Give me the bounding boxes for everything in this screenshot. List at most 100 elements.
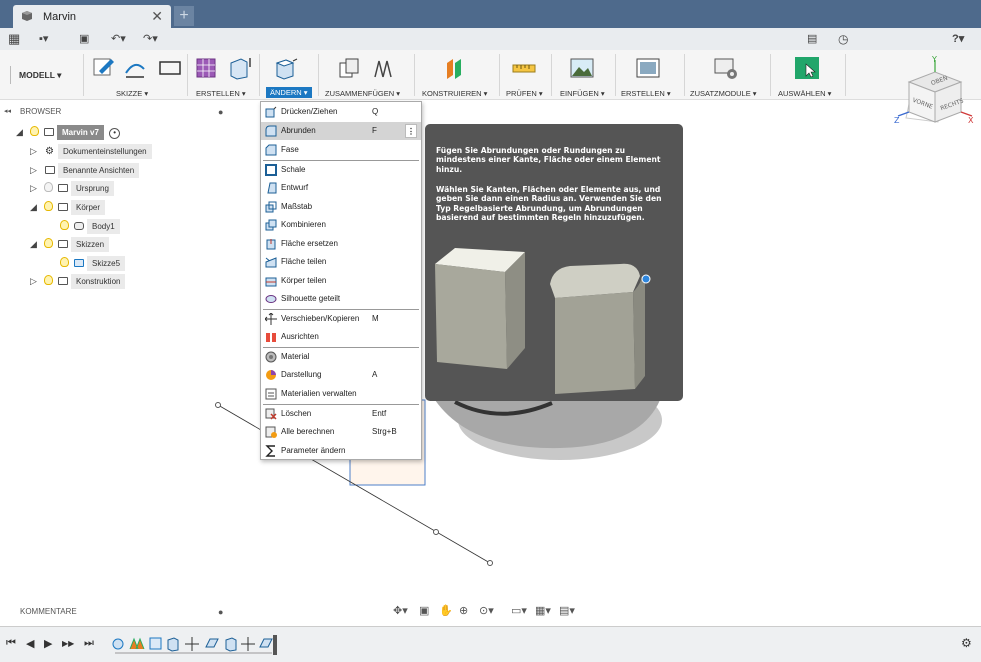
menu-item-combine[interactable]: Kombinieren: [261, 216, 421, 234]
timeline-extrude-icon[interactable]: [225, 637, 237, 652]
data-panel-icon[interactable]: ▦: [8, 31, 20, 47]
timeline-marker[interactable]: [273, 635, 277, 655]
timeline-origin-icon[interactable]: [112, 638, 124, 650]
timeline-next-icon[interactable]: ▶▶: [62, 639, 74, 648]
press-pull-icon[interactable]: [273, 55, 299, 81]
pan-icon[interactable]: ✋: [439, 604, 453, 617]
offset-plane-icon[interactable]: [441, 55, 467, 81]
view-cube[interactable]: OBEN VORNE RECHTS Y X Z: [892, 56, 978, 126]
menu-item-align[interactable]: Ausrichten: [261, 328, 421, 346]
tree-item-named-views[interactable]: ▷ Benannte Ansichten: [30, 163, 140, 178]
tree-item-root[interactable]: ◢ Marvin v7 •: [16, 125, 121, 140]
timeline-prev-icon[interactable]: ◀: [26, 637, 34, 650]
joint-icon[interactable]: [370, 55, 396, 81]
browser-pin-icon[interactable]: ●: [218, 107, 223, 117]
timeline-move-icon[interactable]: [185, 637, 199, 651]
visibility-bulb-icon[interactable]: [44, 275, 53, 285]
menu-item-replace-face[interactable]: Fläche ersetzen: [261, 235, 421, 253]
timeline-plane-icon[interactable]: [129, 637, 145, 650]
sketch-arc-icon[interactable]: [122, 55, 148, 81]
menu-item-move-copy[interactable]: Verschieben/Kopieren M: [261, 310, 421, 328]
timeline-move-icon[interactable]: [241, 637, 255, 651]
new-component-icon[interactable]: [336, 55, 362, 81]
collapsed-triangle-icon[interactable]: ▷: [30, 163, 40, 178]
timeline-combine-icon[interactable]: [205, 638, 219, 648]
tree-item-bodies[interactable]: ◢ Körper: [30, 200, 106, 215]
menu-item-silhouette-split[interactable]: Silhouette geteilt: [261, 290, 421, 308]
group-auswaehlen[interactable]: AUSWÄHLEN ▾: [778, 89, 831, 98]
menu-item-appearance[interactable]: Darstellung A: [261, 366, 421, 384]
timeline-play-icon[interactable]: ▶: [44, 637, 52, 650]
look-at-icon[interactable]: ▣: [419, 604, 429, 617]
menu-item-delete[interactable]: Löschen Entf: [261, 405, 421, 423]
collapse-browser-icon[interactable]: ◂◂: [4, 107, 11, 115]
menu-item-change-parameters[interactable]: Parameter ändern: [261, 442, 421, 460]
undo-icon[interactable]: ↶▾: [111, 31, 126, 47]
menu-item-scale[interactable]: Maßstab: [261, 198, 421, 216]
menu-item-fillet[interactable]: Abrunden F ⋮: [261, 122, 421, 140]
insert-image-icon[interactable]: [569, 55, 595, 81]
visibility-bulb-icon[interactable]: [60, 220, 69, 230]
menu-item-split-body[interactable]: Körper teilen: [261, 272, 421, 290]
group-skizze[interactable]: SKIZZE ▾: [116, 89, 148, 98]
collapsed-triangle-icon[interactable]: ▷: [30, 274, 40, 289]
timeline-sketch-icon[interactable]: [149, 637, 162, 650]
menu-item-shell[interactable]: Schale: [261, 161, 421, 179]
group-einfuegen[interactable]: EINFÜGEN ▾: [560, 89, 605, 98]
measure-icon[interactable]: [511, 55, 537, 81]
tree-item-construction[interactable]: ▷ Konstruktion: [30, 274, 126, 289]
activate-component-icon[interactable]: •: [109, 128, 121, 139]
menu-item-manage-materials[interactable]: Materialien verwalten: [261, 385, 421, 403]
visibility-bulb-icon[interactable]: [60, 257, 69, 267]
help-icon[interactable]: ?▾: [952, 31, 964, 47]
expanded-triangle-icon[interactable]: ◢: [30, 200, 40, 215]
fit-icon[interactable]: ⊙▾: [479, 604, 494, 617]
file-menu-icon[interactable]: ▪▾: [39, 31, 48, 47]
timeline-first-icon[interactable]: ⏮: [6, 637, 16, 650]
expanded-triangle-icon[interactable]: ◢: [16, 125, 26, 140]
group-erstellen[interactable]: ERSTELLEN ▾: [196, 89, 246, 98]
display-settings-icon[interactable]: ▭▾: [511, 604, 527, 617]
viewports-icon[interactable]: ▤▾: [559, 604, 575, 617]
expanded-triangle-icon[interactable]: ◢: [30, 237, 40, 252]
extrude-icon[interactable]: [227, 55, 253, 81]
zoom-icon[interactable]: ⊕: [459, 604, 468, 617]
tree-item-sketches[interactable]: ◢ Skizzen: [30, 237, 110, 252]
timeline-settings-icon[interactable]: ⚙: [961, 636, 972, 650]
visibility-bulb-icon[interactable]: [44, 238, 53, 248]
more-options-icon[interactable]: ⋮: [405, 124, 417, 138]
render-icon[interactable]: [635, 55, 661, 81]
menu-item-split-face[interactable]: Fläche teilen: [261, 253, 421, 271]
grid-settings-icon[interactable]: ▦▾: [535, 604, 551, 617]
workspace-switcher[interactable]: MODELL ▾: [10, 66, 69, 84]
select-icon[interactable]: [794, 55, 820, 81]
create-form-icon[interactable]: [194, 55, 220, 81]
menu-item-press-pull[interactable]: Drücken/Ziehen Q: [261, 103, 421, 121]
collapsed-triangle-icon[interactable]: ▷: [30, 181, 40, 196]
redo-icon[interactable]: ↷▾: [143, 31, 158, 47]
create-sketch-icon[interactable]: [91, 55, 117, 81]
timeline-combine-icon[interactable]: [259, 638, 273, 648]
menu-item-compute-all[interactable]: Alle berechnen Strg+B: [261, 423, 421, 441]
save-icon[interactable]: ▣: [79, 31, 89, 47]
document-tab[interactable]: Marvin ✕: [13, 5, 171, 28]
tree-item-document-settings[interactable]: ▷ ⚙ Dokumenteinstellungen: [30, 144, 152, 159]
group-zusatzmodule[interactable]: ZUSATZMODULE ▾: [690, 89, 757, 98]
timeline-last-icon[interactable]: ⏭: [84, 637, 94, 650]
group-konstruieren[interactable]: KONSTRUIEREN ▾: [422, 89, 487, 98]
group-erstellen-2[interactable]: ERSTELLEN ▾: [621, 89, 671, 98]
timeline-extrude-icon[interactable]: [167, 637, 179, 652]
tree-item-origin[interactable]: ▷ Ursprung: [30, 181, 114, 196]
new-tab-button[interactable]: +: [174, 6, 194, 26]
comments-add-icon[interactable]: ●: [218, 607, 223, 617]
scripts-addins-icon[interactable]: [713, 55, 739, 81]
menu-item-chamfer[interactable]: Fase: [261, 141, 421, 159]
group-pruefen[interactable]: PRÜFEN ▾: [506, 89, 543, 98]
visibility-bulb-icon[interactable]: [44, 201, 53, 211]
visibility-bulb-icon[interactable]: [30, 126, 39, 136]
tree-item-sketch5[interactable]: Skizze5: [56, 256, 126, 271]
sketch-rectangle-icon[interactable]: [157, 55, 183, 81]
chat-icon[interactable]: ▤: [807, 31, 817, 47]
job-status-icon[interactable]: ◷: [838, 31, 848, 47]
orbit-icon[interactable]: ✥▾: [393, 604, 408, 617]
